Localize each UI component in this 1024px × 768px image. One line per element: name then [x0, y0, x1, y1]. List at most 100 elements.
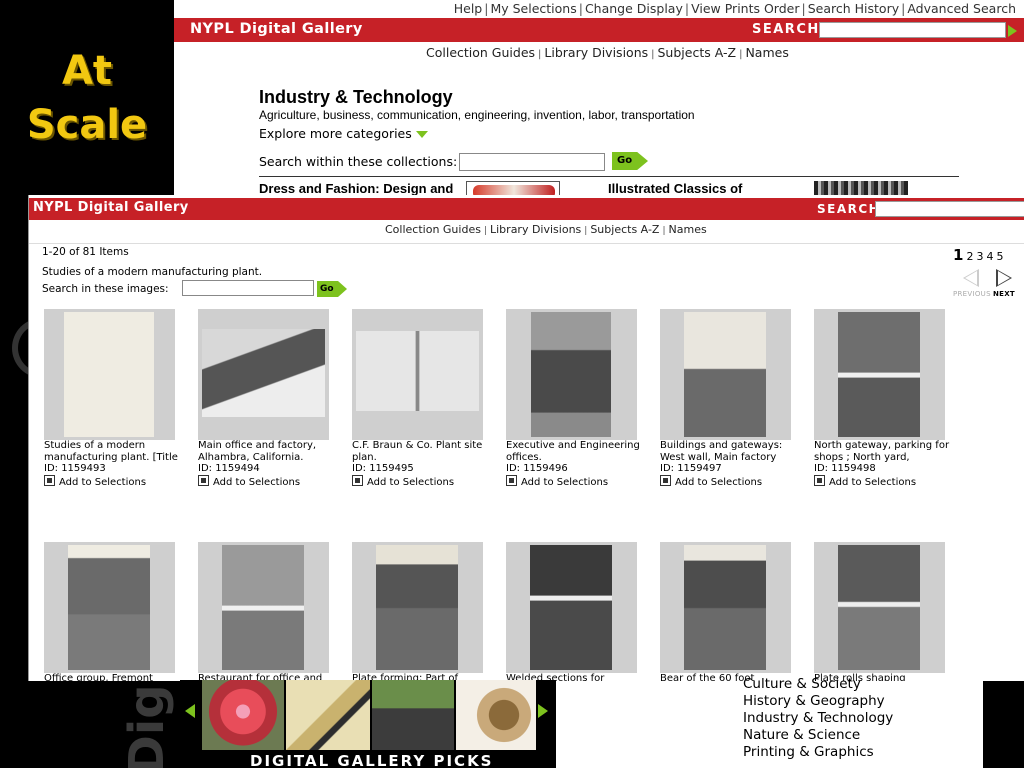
nav-collection-guides[interactable]: Collection Guides [426, 45, 535, 60]
nav-subjects-az[interactable]: Subjects A-Z [658, 45, 737, 60]
page-link-3[interactable]: 3 [976, 250, 983, 263]
search-within-input[interactable] [459, 153, 605, 171]
previous-label[interactable]: PREVIOUS [953, 290, 991, 298]
item-photo [838, 312, 920, 437]
search-input[interactable] [819, 22, 1006, 38]
pick-image-bird[interactable] [456, 680, 536, 750]
search-history-link[interactable]: Search History [808, 1, 899, 16]
item-photo [64, 312, 154, 437]
subject-industry-technology[interactable]: Industry & Technology [743, 710, 893, 727]
add-checkbox-icon[interactable] [660, 474, 671, 486]
add-to-selections-button[interactable]: Add to Selections [44, 474, 184, 489]
explore-categories-label: Explore more categories [259, 126, 412, 141]
item-thumbnail[interactable] [198, 309, 329, 440]
nav-subjects-az[interactable]: Subjects A-Z [590, 223, 659, 236]
add-to-selections-button[interactable]: Add to Selections [352, 474, 492, 489]
item-thumbnail[interactable] [506, 309, 637, 440]
search-images-input[interactable] [182, 280, 314, 296]
item-thumbnail[interactable] [44, 542, 175, 673]
add-checkbox-icon[interactable] [506, 474, 517, 486]
page-link-4[interactable]: 4 [986, 250, 993, 263]
my-selections-link[interactable]: My Selections [490, 1, 576, 16]
search-input[interactable] [875, 201, 1024, 217]
subject-culture-society[interactable]: Culture & Society [743, 676, 893, 693]
item-title-link[interactable]: Executive and Engineering offices. [506, 440, 640, 463]
item-title-link[interactable]: Studies of a modern manufacturing plant.… [44, 440, 178, 463]
add-to-selections-button[interactable]: Add to Selections [506, 474, 646, 489]
item-thumbnail[interactable] [352, 309, 483, 440]
search-label: SEARCH [817, 202, 881, 216]
nav-names[interactable]: Names [669, 223, 707, 236]
item-photo [376, 545, 458, 670]
slide-title-line2: Scale [26, 102, 148, 148]
item-thumbnail[interactable] [352, 542, 483, 673]
item-thumbnail[interactable] [506, 542, 637, 673]
pick-image-people[interactable] [372, 680, 454, 750]
collection-thumbnail-illustrated-classics[interactable] [814, 181, 908, 195]
add-to-selections-button[interactable]: Add to Selections [660, 474, 800, 489]
carousel-previous-icon[interactable] [185, 704, 195, 718]
view-prints-order-link[interactable]: View Prints Order [691, 1, 799, 16]
add-checkbox-icon[interactable] [44, 474, 55, 486]
add-checkbox-icon[interactable] [352, 474, 363, 486]
watermark-text: Digi [119, 667, 175, 768]
item-id: ID: 1159497 [660, 463, 722, 474]
collection-link-dress-fashion[interactable]: Dress and Fashion: Design and [259, 181, 453, 195]
page-link-2[interactable]: 2 [966, 250, 973, 263]
advanced-search-link[interactable]: Advanced Search [907, 1, 1016, 16]
page-link-1[interactable]: 1 [953, 246, 963, 264]
item-thumbnail[interactable] [44, 309, 175, 440]
item-id: ID: 1159495 [352, 463, 414, 474]
add-checkbox-icon[interactable] [814, 474, 825, 486]
help-link[interactable]: Help [454, 1, 483, 16]
search-images-go-button[interactable]: Go [317, 281, 347, 297]
item-caption: Main office and factory, Alhambra, Calif… [198, 440, 338, 488]
search-within-label: Search within these collections: [259, 154, 458, 169]
next-label[interactable]: NEXT [993, 290, 1015, 298]
nav-library-divisions[interactable]: Library Divisions [490, 223, 581, 236]
item-thumbnail[interactable] [660, 309, 791, 440]
nav-names[interactable]: Names [745, 45, 788, 60]
add-to-selections-button[interactable]: Add to Selections [814, 474, 954, 489]
search-within-go-button[interactable]: Go [612, 152, 648, 170]
item-title-link[interactable]: North gateway, parking for shops ; North… [814, 440, 949, 463]
nypl-logo[interactable]: NYPL Digital Gallery [33, 200, 189, 215]
collection-thumbnail-dress-fashion[interactable] [466, 181, 560, 195]
next-arrow-icon[interactable] [996, 269, 1012, 287]
previous-arrow-icon[interactable] [963, 269, 979, 287]
item-thumbnail[interactable] [198, 542, 329, 673]
explore-categories-link[interactable]: Explore more categories [259, 126, 428, 141]
subject-printing-graphics[interactable]: Printing & Graphics [743, 744, 893, 761]
item-title-link[interactable]: Office group, Fremont [44, 673, 153, 681]
divider [259, 176, 959, 177]
add-to-selections-label: Add to Selections [213, 476, 301, 488]
carousel-next-icon[interactable] [538, 704, 548, 718]
divider [29, 243, 1024, 244]
item-title-link[interactable]: C.F. Braun & Co. Plant site plan. [352, 440, 482, 463]
item-thumbnail[interactable] [660, 542, 791, 673]
item-photo [202, 329, 325, 417]
page-link-5[interactable]: 5 [996, 250, 1003, 263]
nypl-logo[interactable]: NYPL Digital Gallery [190, 21, 363, 37]
pick-image-flower[interactable] [202, 680, 284, 750]
add-to-selections-label: Add to Selections [367, 476, 455, 488]
add-to-selections-button[interactable]: Add to Selections [198, 474, 338, 489]
item-caption: Studies of a modern manufacturing plant.… [44, 440, 184, 488]
collection-link-illustrated-classics[interactable]: Illustrated Classics of [608, 181, 742, 195]
add-checkbox-icon[interactable] [198, 474, 209, 486]
subject-nature-science[interactable]: Nature & Science [743, 727, 893, 744]
item-title-link[interactable]: Main office and factory, Alhambra, Calif… [198, 440, 316, 463]
nav-library-divisions[interactable]: Library Divisions [544, 45, 648, 60]
item-title-link[interactable]: Buildings and gateways: West wall, Main … [660, 440, 782, 463]
item-thumbnail[interactable] [814, 309, 945, 440]
item-photo [684, 312, 766, 437]
item-title-link[interactable]: Bear of the 60 foot [660, 673, 754, 681]
search-go-arrow-icon[interactable] [1008, 25, 1017, 37]
change-display-link[interactable]: Change Display [585, 1, 683, 16]
subject-history-geography[interactable]: History & Geography [743, 693, 893, 710]
pick-image-illustration[interactable] [286, 680, 370, 750]
item-id: ID: 1159496 [506, 463, 568, 474]
item-thumbnail[interactable] [814, 542, 945, 673]
nav-collection-guides[interactable]: Collection Guides [385, 223, 481, 236]
search-images-label: Search in these images: [42, 283, 169, 295]
